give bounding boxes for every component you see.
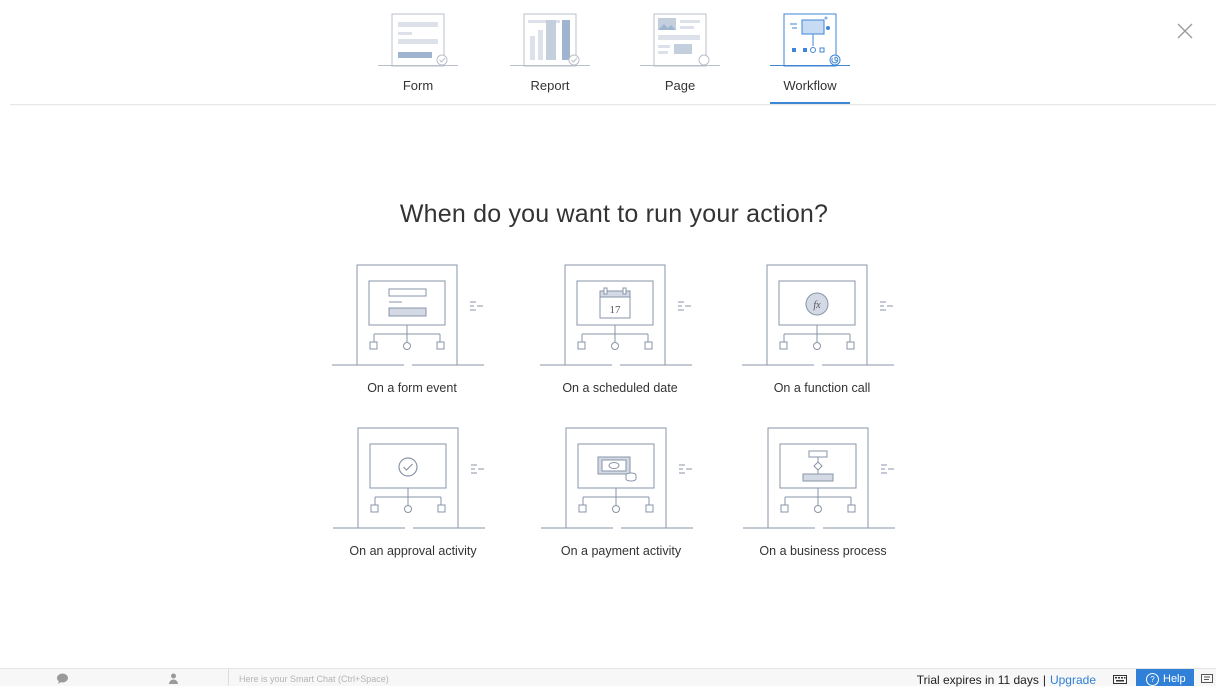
option-label: On a scheduled date (562, 381, 678, 395)
calendar-date-number: 17 (610, 304, 622, 316)
tab-page-label: Page (664, 78, 696, 93)
approval-icon (333, 427, 485, 529)
smart-chat-input[interactable]: Here is your Smart Chat (Ctrl+Space) (228, 669, 389, 686)
option-function-call[interactable]: fx On a function call (742, 264, 902, 400)
page-title: When do you want to run your action? (399, 200, 829, 228)
user-icon[interactable] (168, 673, 179, 684)
bottom-bar: Here is your Smart Chat (Ctrl+Space) Tri… (0, 668, 1216, 687)
help-button[interactable]: ? Help (1136, 669, 1194, 686)
option-label: On a form event (367, 381, 457, 395)
tab-workflow-label: Workflow (783, 78, 837, 93)
tab-report[interactable]: Report (510, 0, 590, 104)
business-process-icon (743, 427, 895, 529)
option-approval-activity[interactable]: On an approval activity (333, 427, 493, 563)
option-scheduled-date[interactable]: 17 On a scheduled date (540, 264, 700, 400)
top-tab-bar: Form Report Page Workflow (10, 0, 1216, 105)
report-icon (510, 13, 590, 67)
scheduled-date-icon: 17 (540, 264, 692, 366)
option-business-process[interactable]: On a business process (743, 427, 903, 563)
option-label: On a function call (773, 381, 871, 395)
chat-icon[interactable] (56, 673, 69, 684)
tab-form[interactable]: Form (378, 0, 458, 104)
function-call-icon: fx (742, 264, 894, 366)
tab-report-label: Report (530, 78, 570, 93)
keyboard-icon[interactable] (1113, 675, 1127, 684)
help-label: Help (1163, 673, 1186, 685)
option-payment-activity[interactable]: On a payment activity (541, 427, 701, 563)
help-icon: ? (1146, 673, 1159, 686)
tab-page[interactable]: Page (640, 0, 720, 104)
payment-icon (541, 427, 693, 529)
feedback-icon[interactable] (1201, 674, 1213, 685)
page-icon (640, 13, 720, 67)
close-icon[interactable] (1176, 22, 1194, 40)
function-symbol: fx (813, 300, 821, 311)
form-icon (378, 13, 458, 67)
option-label: On a business process (759, 544, 887, 558)
option-form-event[interactable]: On a form event (332, 264, 492, 400)
tab-workflow[interactable]: Workflow (770, 0, 850, 104)
active-tab-indicator (770, 102, 850, 104)
option-label: On a payment activity (560, 544, 682, 558)
tab-form-label: Form (402, 78, 434, 93)
workflow-icon (770, 13, 850, 67)
option-label: On an approval activity (349, 544, 477, 558)
form-event-icon (332, 264, 484, 366)
